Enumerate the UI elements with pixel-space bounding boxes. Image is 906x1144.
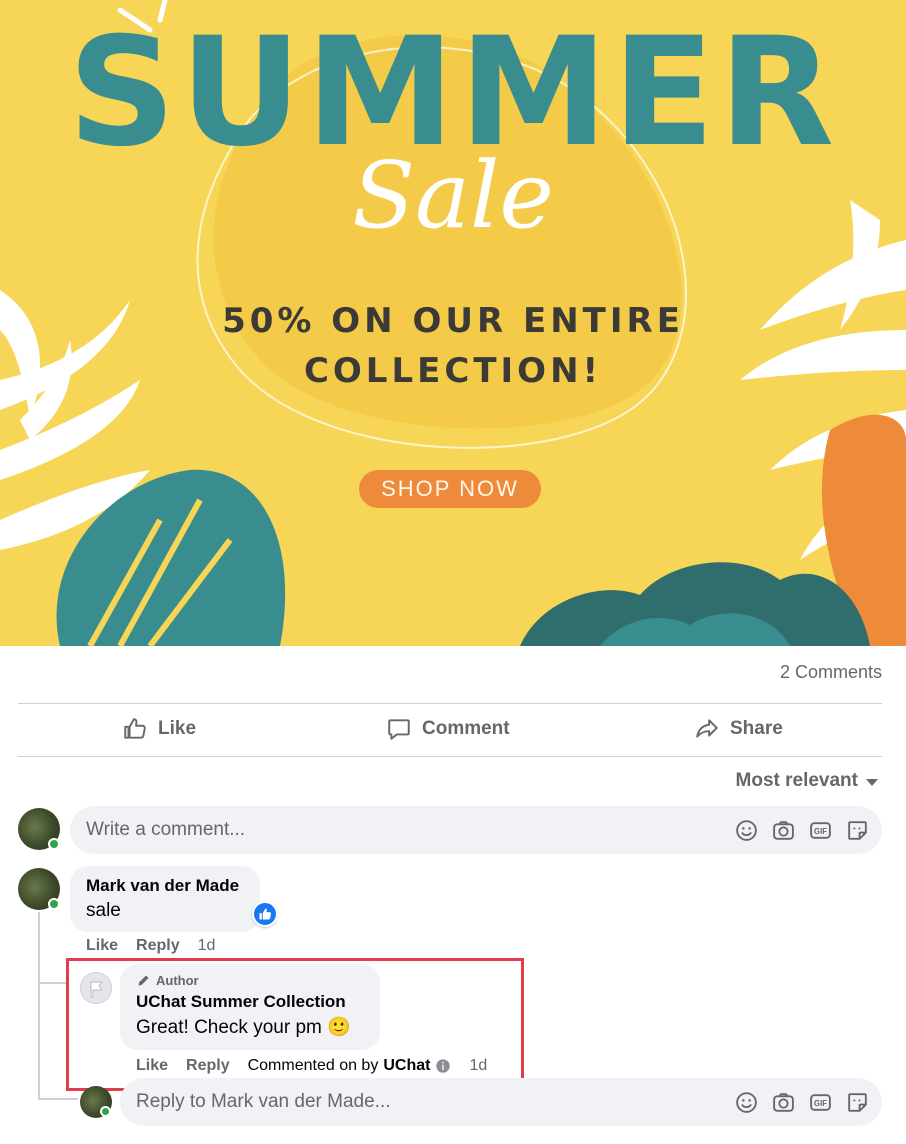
comment-text: sale (86, 900, 121, 921)
comment-label: Comment (422, 718, 510, 739)
like-reaction-badge[interactable] (252, 901, 278, 927)
sticker-icon[interactable] (845, 818, 870, 843)
like-button[interactable]: Like (122, 714, 196, 744)
online-indicator (48, 898, 60, 910)
thread-line (38, 1098, 78, 1100)
comment-author-name[interactable]: Mark van der Made (86, 876, 244, 896)
share-arrow-icon (696, 719, 718, 738)
comment-input[interactable] (86, 806, 706, 854)
comment-actions: Like Reply 1d (86, 937, 215, 955)
emoji-icon[interactable] (734, 1090, 759, 1115)
like-label: Like (158, 718, 197, 739)
online-indicator (100, 1106, 111, 1117)
sticker-icon[interactable] (845, 1090, 870, 1115)
speech-bubble-icon (388, 719, 410, 740)
thread-line (38, 912, 40, 1100)
svg-text:GIF: GIF (814, 1099, 827, 1108)
highlight-box (66, 958, 524, 1091)
comment-sort-dropdown[interactable]: Most relevant (736, 770, 878, 792)
svg-text:GIF: GIF (814, 827, 827, 836)
camera-icon[interactable] (771, 1090, 796, 1115)
emoji-icon[interactable] (734, 818, 759, 843)
shop-now-button[interactable]: SHOP NOW (359, 470, 541, 508)
comment-count-link[interactable]: 2 Comments (780, 662, 882, 683)
post-image[interactable]: SUMMER Sale 50% ON OUR ENTIRE COLLECTION… (0, 0, 906, 646)
thread-line (38, 982, 68, 984)
divider (18, 703, 882, 704)
banner-offer-line1: 50% ON OUR ENTIRE (222, 301, 684, 341)
divider (18, 756, 882, 757)
comment-like-button[interactable]: Like (86, 937, 118, 955)
comment-button[interactable]: Comment (386, 714, 510, 744)
comment-timestamp[interactable]: 1d (198, 937, 216, 955)
gif-icon[interactable]: GIF (808, 818, 833, 843)
banner-offer: 50% ON OUR ENTIRE COLLECTION! (0, 296, 906, 396)
share-label: Share (730, 718, 783, 739)
reply-composer[interactable]: GIF (120, 1078, 882, 1126)
share-button[interactable]: Share (694, 714, 783, 744)
thumbs-up-icon (124, 718, 146, 739)
camera-icon[interactable] (771, 818, 796, 843)
comment-reply-button[interactable]: Reply (136, 937, 180, 955)
comment-bubble: Mark van der Made sale (70, 866, 260, 932)
banner-offer-line2: COLLECTION! (303, 351, 603, 391)
reply-input[interactable] (136, 1078, 706, 1126)
comment-composer[interactable]: GIF (70, 806, 882, 854)
banner-subtitle: Sale (352, 142, 554, 249)
sort-label: Most relevant (735, 770, 858, 791)
caret-down-icon (866, 779, 878, 786)
gif-icon[interactable]: GIF (808, 1090, 833, 1115)
online-indicator (48, 838, 60, 850)
thumbs-up-icon (259, 908, 271, 920)
